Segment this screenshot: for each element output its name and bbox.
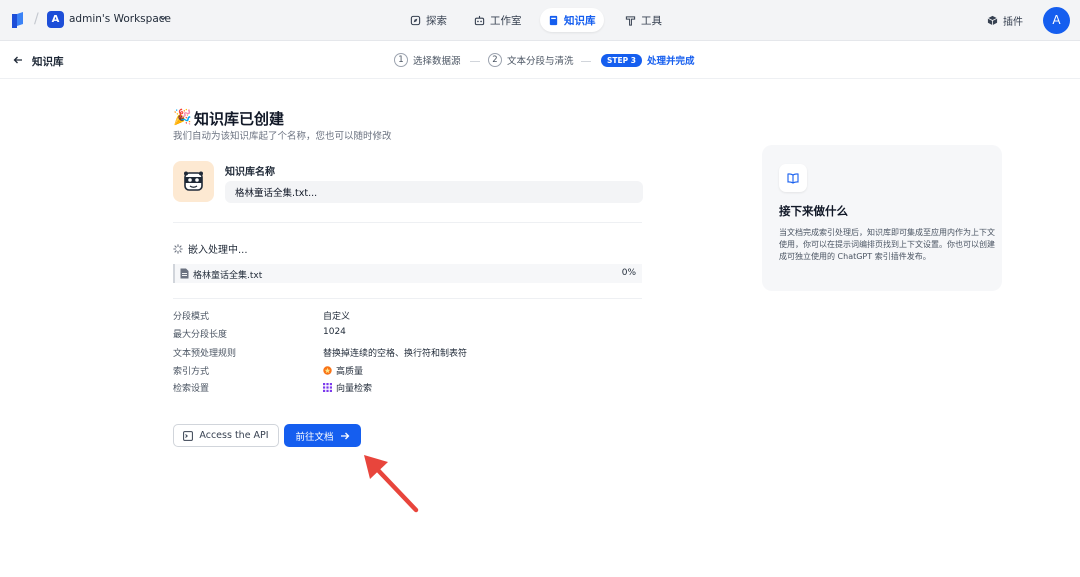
- info-value-index-method: 高质量: [323, 364, 363, 377]
- chevron-down-icon[interactable]: [159, 14, 167, 22]
- info-label-chunk-mode: 分段模式: [173, 312, 210, 322]
- next-steps-description: 当文档完成索引处理后，知识库即可集成至应用内作为上下文使用，你可以在提示词编排页…: [779, 228, 995, 261]
- open-book-icon: [787, 173, 799, 184]
- file-progress-row: 格林童话全集.txt 0%: [173, 264, 642, 283]
- nav-tools[interactable]: 工具: [617, 8, 670, 32]
- hammer-icon: [625, 15, 636, 26]
- annotation-arrow-icon: [364, 455, 419, 513]
- step-separator: [581, 61, 591, 62]
- step-select-source: 1 选择数据源: [394, 53, 461, 67]
- info-value-max-chunk-length: 1024: [323, 327, 346, 337]
- nav-explore[interactable]: 探索: [402, 8, 455, 32]
- page-title: 知识库已创建: [194, 110, 285, 128]
- cube-icon: [987, 15, 998, 26]
- file-progress-percent: 0%: [621, 268, 636, 278]
- info-label-retrieval-settings: 检索设置: [173, 384, 210, 394]
- go-to-documents-button[interactable]: 前往文档: [284, 424, 361, 447]
- access-api-button[interactable]: Access the API: [173, 424, 279, 447]
- arrow-right-icon: [340, 432, 349, 439]
- arrow-left-icon[interactable]: [13, 55, 23, 65]
- next-steps-title: 接下来做什么: [779, 204, 848, 218]
- book-icon: [549, 15, 558, 25]
- workspace-name[interactable]: admin's Workspace: [69, 13, 171, 25]
- divider: [173, 222, 642, 223]
- info-value-chunk-mode: 自定义: [323, 312, 351, 322]
- loading-spinner-icon: [173, 243, 183, 254]
- nav-knowledge-base[interactable]: 知识库: [540, 8, 604, 32]
- nav-studio[interactable]: 工作室: [466, 8, 530, 32]
- step-process-finish: STEP 3 处理并完成: [601, 53, 694, 67]
- terminal-icon: [183, 430, 194, 441]
- workspace-avatar[interactable]: A: [47, 11, 64, 28]
- embedding-status: 嵌入处理中...: [173, 241, 248, 256]
- file-name: 格林童话全集.txt: [193, 271, 263, 281]
- robot-icon: [474, 15, 485, 25]
- mascot-icon: [184, 171, 203, 191]
- party-popper-icon: 🎉: [173, 108, 192, 126]
- kb-name-label: 知识库名称: [225, 167, 275, 178]
- compass-icon: [410, 15, 421, 25]
- divider: [173, 298, 642, 299]
- plugins-button[interactable]: 插件: [987, 13, 1023, 28]
- info-value-retrieval-settings: 向量检索: [323, 381, 372, 394]
- info-label-max-chunk-length: 最大分段长度: [173, 330, 228, 340]
- vector-search-icon: [323, 383, 332, 392]
- knowledge-base-icon[interactable]: [173, 161, 214, 202]
- step-separator: [470, 61, 480, 62]
- back-to-knowledge-base[interactable]: 知识库: [32, 54, 64, 69]
- page-subtitle: 我们自动为该知识库起了个名称，您也可以随时修改: [173, 131, 392, 142]
- next-steps-panel: 接下来做什么 当文档完成索引处理后，知识库即可集成至应用内作为上下文使用，你可以…: [762, 145, 1002, 291]
- high-quality-icon: [323, 366, 332, 375]
- app-logo-icon[interactable]: [12, 12, 26, 28]
- step-header: 知识库 1 选择数据源 2 文本分段与清洗 STEP 3 处理并完成: [0, 41, 1080, 79]
- user-avatar[interactable]: A: [1043, 7, 1070, 34]
- top-navbar: / A admin's Workspace 探索 工作室 知识库 工具 插件 A: [0, 0, 1080, 41]
- next-steps-icon-box: [779, 164, 807, 192]
- breadcrumb-separator: /: [34, 11, 39, 27]
- info-label-preprocess-rules: 文本预处理规则: [173, 349, 237, 359]
- info-value-preprocess-rules: 替换掉连续的空格、换行符和制表符: [323, 349, 468, 359]
- kb-name-input[interactable]: [225, 181, 643, 203]
- info-label-index-method: 索引方式: [173, 367, 210, 377]
- step-chunk-clean: 2 文本分段与清洗: [488, 53, 574, 67]
- text-file-icon: [180, 268, 189, 279]
